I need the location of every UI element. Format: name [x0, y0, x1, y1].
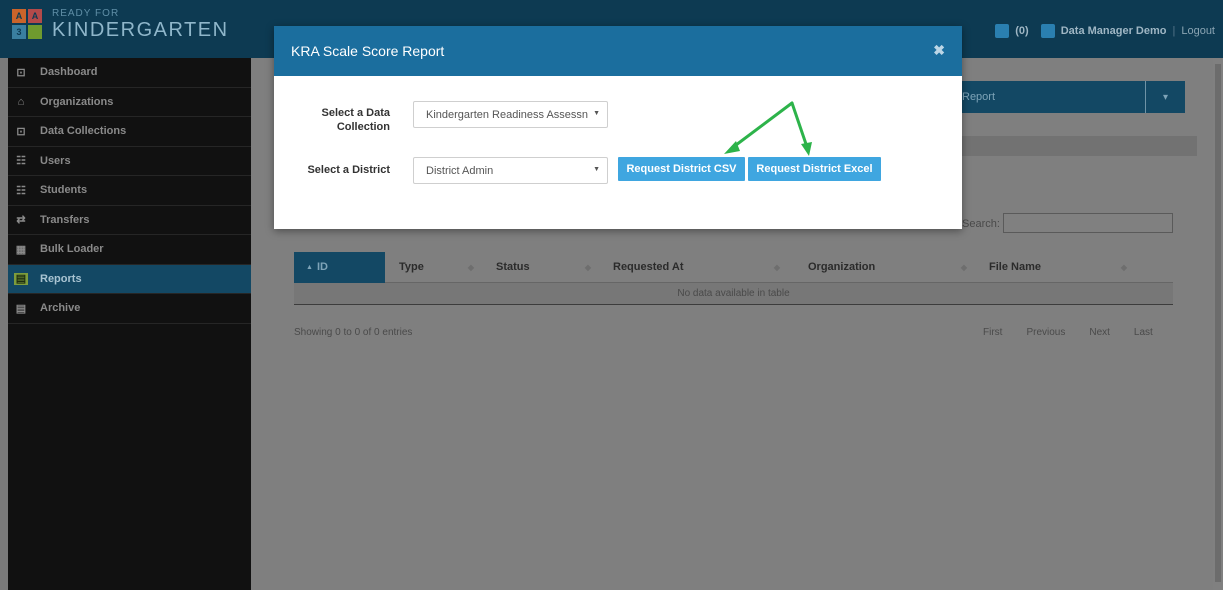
search-label: Search:: [962, 218, 1000, 230]
user-icon[interactable]: [1040, 24, 1055, 38]
arrowhead-excel: [801, 142, 812, 156]
pagination: First Previous Next Last: [983, 327, 1153, 338]
sidebar: ⊡ Dashboard ⌂ Organizations ⊡ Data Colle…: [8, 58, 251, 590]
column-label: Status: [496, 261, 530, 273]
logout-link[interactable]: Logout: [1181, 25, 1215, 37]
table-header: ▲ ID Type ◆ Status ◆ Requested At ◆ Orga…: [294, 251, 1173, 283]
sidebar-item-label: Archive: [40, 302, 81, 315]
sort-icon: ◆: [773, 262, 780, 272]
empty-table-message: No data available in table: [294, 283, 1173, 305]
logo-title: KINDERGARTEN: [52, 19, 229, 41]
sort-icon: ◆: [960, 262, 967, 272]
scrollbar-thumb[interactable]: [1215, 64, 1221, 582]
users-icon: ☷: [16, 155, 26, 168]
column-header-type[interactable]: Type ◆: [385, 252, 482, 283]
kra-report-modal: KRA Scale Score Report ✖ Select a Data C…: [274, 26, 962, 229]
sidebar-item-reports[interactable]: ▤ Reports: [8, 264, 251, 294]
modal-title: KRA Scale Score Report: [291, 43, 445, 59]
notification-count[interactable]: (0): [1015, 25, 1028, 37]
transfers-icon: ⇄: [16, 214, 26, 227]
sidebar-item-archive[interactable]: ▤ Archive: [8, 294, 251, 324]
close-icon[interactable]: ✖: [933, 42, 945, 59]
user-name[interactable]: Data Manager Demo: [1061, 25, 1167, 37]
data-collection-value: Kindergarten Readiness Assessn: [426, 108, 589, 121]
sidebar-item-label: Users: [40, 154, 71, 167]
user-menu: (0) Data Manager Demo | Logout: [983, 24, 1215, 38]
column-header-file-name[interactable]: File Name ◆: [975, 252, 1135, 283]
sidebar-item-data-collections[interactable]: ⊡ Data Collections: [8, 117, 251, 147]
chevron-down-icon: ▼: [593, 166, 600, 173]
bulk-loader-icon: ▦: [15, 243, 27, 256]
reports-table: ▲ ID Type ◆ Status ◆ Requested At ◆ Orga…: [294, 251, 1173, 305]
modal-header: KRA Scale Score Report ✖: [274, 26, 962, 76]
column-label: File Name: [989, 261, 1041, 273]
column-header-id[interactable]: ▲ ID: [294, 251, 385, 283]
logo-blocks: A A 3: [12, 9, 42, 39]
search-input[interactable]: [1003, 213, 1173, 233]
data-collections-icon: ⊡: [16, 125, 26, 138]
annotation-arrow-csv: [730, 101, 794, 150]
logo-block: [28, 25, 42, 39]
dashboard-icon: ⊡: [16, 66, 26, 79]
column-label: Requested At: [613, 261, 684, 273]
district-select[interactable]: District Admin ▼: [413, 157, 608, 184]
logo-block: A: [28, 9, 42, 23]
archive-icon: ▤: [15, 302, 27, 315]
sidebar-item-label: Data Collections: [40, 125, 127, 138]
logo-block: A: [12, 9, 26, 23]
sidebar-item-bulk-loader[interactable]: ▦ Bulk Loader: [8, 235, 251, 265]
column-label: Organization: [808, 261, 876, 273]
table-info: Showing 0 to 0 of 0 entries: [294, 327, 413, 338]
pager-last[interactable]: Last: [1134, 327, 1153, 338]
pager-first[interactable]: First: [983, 327, 1002, 338]
page-scrollbar[interactable]: [1213, 58, 1223, 590]
sort-asc-icon: ▲: [306, 263, 313, 271]
report-select-value: Report: [962, 91, 996, 103]
students-icon: ☷: [16, 184, 26, 197]
notifications-icon[interactable]: [995, 24, 1010, 38]
sidebar-item-users[interactable]: ☷ Users: [8, 147, 251, 176]
separator: |: [1172, 25, 1176, 37]
district-label: Select a District: [307, 164, 390, 176]
sort-icon: ◆: [1120, 262, 1127, 272]
district-value: District Admin: [426, 164, 494, 177]
app-logo[interactable]: A A 3 READY FOR KINDERGARTEN: [12, 8, 229, 40]
column-header-status[interactable]: Status ◆: [482, 252, 599, 283]
sidebar-item-label: Transfers: [40, 213, 90, 226]
annotation-arrow-excel: [790, 101, 809, 149]
sidebar-item-label: Organizations: [40, 95, 114, 108]
column-label: Type: [399, 261, 424, 273]
report-type-select[interactable]: Report ▾: [962, 81, 1185, 113]
sidebar-item-label: Reports: [40, 272, 82, 285]
column-header-requested-at[interactable]: Requested At ◆: [599, 252, 788, 283]
sidebar-item-label: Bulk Loader: [40, 243, 104, 256]
column-header-organization[interactable]: Organization ◆: [788, 252, 975, 283]
annotation-arrows: [724, 101, 812, 156]
sidebar-item-label: Students: [40, 184, 88, 197]
reports-icon: ▤: [14, 272, 28, 286]
chevron-down-icon: ▼: [593, 110, 600, 117]
data-collection-select[interactable]: Kindergarten Readiness Assessn ▼: [413, 101, 608, 128]
sidebar-item-transfers[interactable]: ⇄ Transfers: [8, 206, 251, 235]
chevron-down-icon[interactable]: ▾: [1145, 81, 1185, 113]
organizations-icon: ⌂: [17, 95, 25, 108]
sort-icon: ◆: [584, 262, 591, 272]
pager-previous[interactable]: Previous: [1026, 327, 1065, 338]
sidebar-item-dashboard[interactable]: ⊡ Dashboard: [8, 58, 251, 88]
logo-text: READY FOR KINDERGARTEN: [52, 8, 229, 40]
logo-block: 3: [12, 25, 26, 39]
data-collection-label: Select a Data Collection: [321, 107, 390, 133]
sidebar-item-label: Dashboard: [40, 66, 98, 79]
sidebar-item-students[interactable]: ☷ Students: [8, 176, 251, 206]
sort-icon: ◆: [467, 262, 474, 272]
pager-next[interactable]: Next: [1089, 327, 1110, 338]
sidebar-item-organizations[interactable]: ⌂ Organizations: [8, 88, 251, 117]
column-label: ID: [316, 261, 328, 273]
